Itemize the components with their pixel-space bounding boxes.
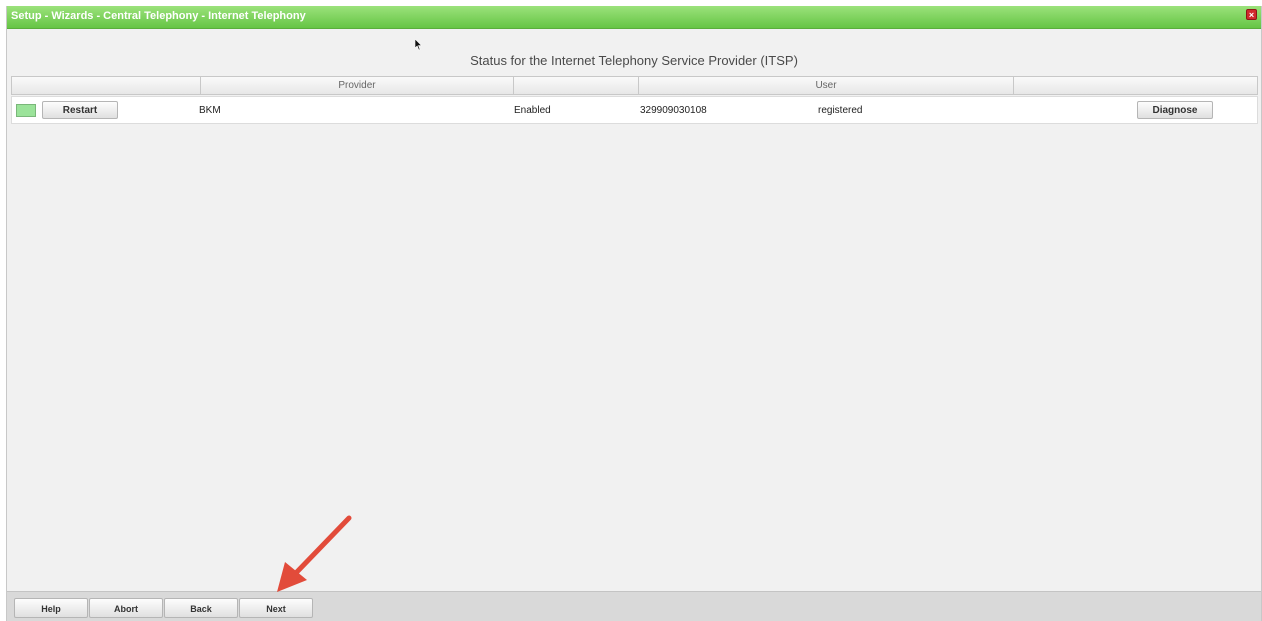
page-title: Status for the Internet Telephony Servic… — [470, 53, 798, 68]
table-header: Provider User — [11, 76, 1258, 95]
title-bar: Setup - Wizards - Central Telephony - In… — [7, 6, 1261, 29]
column-header — [514, 77, 639, 94]
column-header — [1014, 77, 1257, 94]
annotation-arrow-icon — [277, 515, 352, 592]
wizard-window: Setup - Wizards - Central Telephony - In… — [6, 6, 1262, 621]
diagnose-button[interactable]: Diagnose — [1137, 101, 1213, 119]
window-title: Setup - Wizards - Central Telephony - In… — [11, 10, 306, 22]
help-button[interactable]: Help — [14, 598, 88, 618]
close-icon[interactable]: × — [1246, 9, 1257, 20]
restart-button[interactable]: Restart — [42, 101, 118, 119]
status-indicator — [16, 104, 36, 117]
back-button[interactable]: Back — [164, 598, 238, 618]
column-header-user: User — [639, 77, 1014, 94]
footer-bar: Help Abort Back Next — [7, 591, 1261, 621]
provider-name: BKM — [199, 105, 221, 116]
user-id: 329909030108 — [640, 105, 707, 116]
mouse-cursor-icon — [415, 39, 423, 51]
next-button[interactable]: Next — [239, 598, 313, 618]
column-header-provider: Provider — [201, 77, 514, 94]
registration-status: registered — [818, 105, 863, 116]
column-header — [12, 77, 201, 94]
provider-state: Enabled — [514, 105, 551, 116]
table-row: Restart BKM Enabled 329909030108 registe… — [11, 96, 1258, 124]
abort-button[interactable]: Abort — [89, 598, 163, 618]
